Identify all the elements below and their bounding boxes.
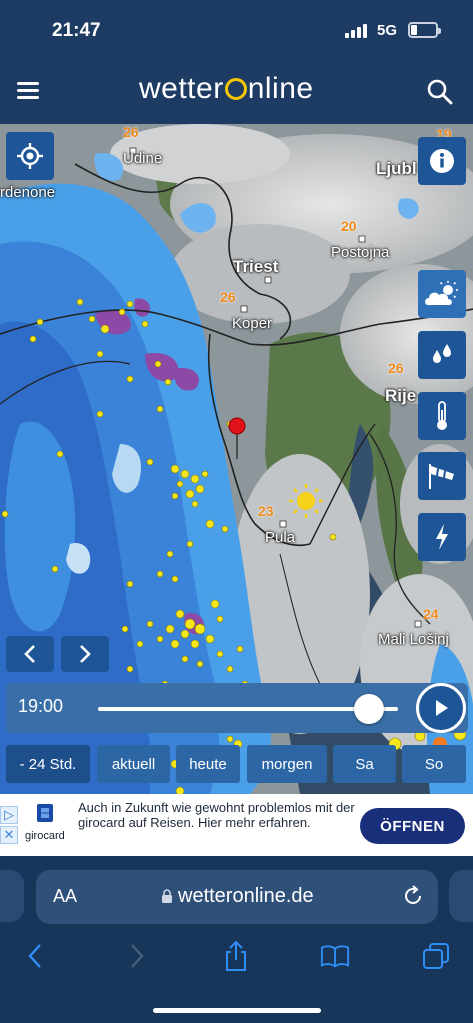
status-bar: 21:47 5G (0, 0, 473, 62)
place-label: Triest (233, 257, 279, 276)
url-text: wetteronline.de (178, 885, 314, 907)
chevron-left-icon (24, 645, 35, 663)
place-label: Rije (385, 386, 417, 405)
browser-address-area: AA wetteronline.de (0, 856, 473, 938)
temperature-label: 23 (258, 503, 274, 519)
time-slider-bar: 19:00 (6, 683, 468, 733)
search-button[interactable] (427, 79, 453, 105)
cloud-sun-icon (425, 281, 458, 305)
period-so-button[interactable]: So (402, 745, 466, 783)
locate-me-button[interactable] (6, 132, 54, 180)
current-time-label: 19:00 (18, 696, 64, 716)
status-time: 21:47 (52, 20, 101, 41)
logo-text-right: nline (247, 72, 314, 105)
search-icon (427, 79, 453, 105)
battery-icon (408, 22, 441, 38)
home-indicator[interactable] (153, 1008, 321, 1013)
layer-lightning-button[interactable] (418, 513, 466, 561)
time-slider-track[interactable] (98, 707, 398, 711)
app-header: wetter nline (0, 62, 473, 124)
ad-info-icon[interactable]: ▷ (0, 806, 18, 824)
play-button[interactable] (416, 683, 466, 733)
info-icon (430, 149, 454, 173)
place-label: Udine (123, 150, 163, 167)
ad-logo-text: girocard (25, 830, 65, 842)
period-sa-button[interactable]: Sa (333, 745, 396, 783)
tabs-button[interactable] (421, 940, 451, 972)
thermometer-icon (437, 401, 447, 430)
period-selector: - 24 Std. aktuell heute morgen Sa So (6, 745, 468, 785)
next-frame-button[interactable] (61, 636, 109, 672)
period-morgen-button[interactable]: morgen (247, 745, 327, 783)
browser-toolbar (0, 938, 473, 1023)
rain-drops-icon (433, 344, 451, 363)
layer-wind-button[interactable] (418, 452, 466, 500)
ad-banner[interactable]: ▷ ✕ girocard Auch in Zukunft wie gewohnt… (0, 794, 473, 856)
address-bar[interactable]: AA wetteronline.de (36, 870, 438, 924)
layer-rain-button[interactable] (418, 331, 466, 379)
place-label: Koper (232, 315, 273, 332)
back-button[interactable] (20, 940, 50, 972)
bookmarks-button[interactable] (320, 940, 350, 972)
hamburger-menu-button[interactable] (17, 80, 41, 102)
temperature-label: 26 (220, 289, 236, 305)
temperature-label: 24 (423, 606, 439, 622)
wetteronline-logo[interactable]: wetter nline (139, 72, 314, 106)
crosshair-icon (17, 143, 43, 169)
ad-text: Auch in Zukunft wie gewohnt problemlos m… (78, 800, 355, 830)
chevron-right-icon (131, 944, 144, 968)
tabs-icon (423, 943, 449, 969)
temperature-label: 20 (341, 218, 357, 234)
period-heute-button[interactable]: heute (176, 745, 240, 783)
info-button[interactable] (418, 137, 466, 185)
signal-icon (345, 24, 369, 38)
temperature-label: 26 (388, 360, 404, 376)
lightning-icon (436, 524, 448, 550)
place-label: Mali Lošinj (378, 631, 449, 648)
share-button[interactable] (221, 940, 251, 972)
place-label: Ljubl (376, 159, 417, 178)
logo-sun-icon (224, 78, 247, 100)
reload-icon[interactable] (402, 885, 424, 907)
layer-weather-button[interactable] (418, 270, 466, 318)
previous-frame-button[interactable] (6, 636, 54, 672)
ad-open-button[interactable]: ÖFFNEN (360, 808, 465, 844)
period-aktuell-button[interactable]: aktuell (97, 745, 170, 783)
ad-controls: ▷ ✕ (0, 806, 18, 846)
network-type: 5G (377, 22, 398, 39)
open-book-icon (320, 945, 350, 968)
layer-temperature-button[interactable] (418, 392, 466, 440)
text-size-label: AA (53, 886, 78, 906)
time-slider-handle[interactable] (354, 694, 384, 724)
place-label: rdenone (0, 184, 56, 201)
chevron-right-icon (80, 645, 91, 663)
ad-close-icon[interactable]: ✕ (0, 826, 18, 844)
girocard-chip-icon (37, 804, 53, 822)
place-label: Pula (265, 529, 296, 546)
previous-tab-pill[interactable] (0, 870, 24, 922)
play-icon (436, 700, 448, 716)
lock-icon (162, 889, 172, 903)
temperature-label: 26 (123, 124, 139, 140)
place-label: Postojna (331, 244, 390, 261)
next-tab-pill[interactable] (449, 870, 473, 922)
chevron-left-icon (28, 944, 41, 968)
forward-button[interactable] (122, 940, 152, 972)
share-icon (226, 940, 246, 971)
logo-text-left: wetter (139, 72, 224, 105)
period-24h-button[interactable]: - 24 Std. (6, 745, 90, 783)
wind-sock-icon (429, 464, 454, 489)
text-size-button[interactable]: AA (53, 886, 77, 907)
